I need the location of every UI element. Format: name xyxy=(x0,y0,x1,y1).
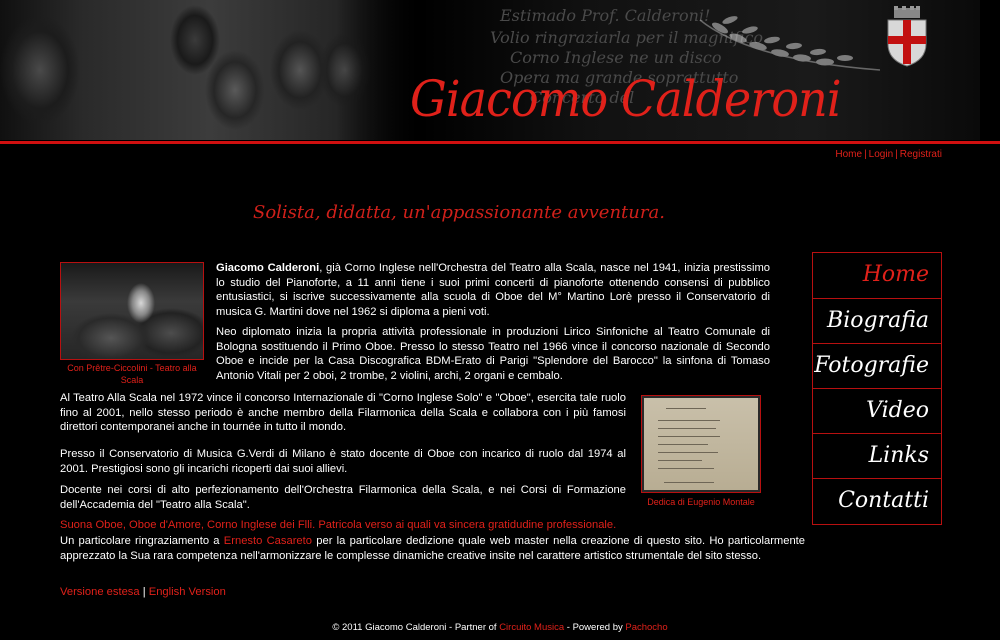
home-link[interactable]: Home xyxy=(835,149,862,160)
nav-item-fotografie[interactable]: Fotografie xyxy=(813,343,941,388)
site-header: Estimado Prof. Calderoni! Volio ringrazi… xyxy=(0,0,1000,148)
concert-photo[interactable] xyxy=(60,262,204,360)
top-links: Home | Login | Registrati xyxy=(835,149,942,160)
thanks-text: Un particolare ringraziamento a xyxy=(60,535,224,547)
separator: | xyxy=(864,149,867,160)
login-link[interactable]: Login xyxy=(869,149,893,160)
main-nav: Home Biografia Fotografie Video Links Co… xyxy=(812,252,942,525)
letter-line: Estimado Prof. Calderoni! xyxy=(500,6,711,25)
nav-item-contatti[interactable]: Contatti xyxy=(813,478,941,523)
webmaster-link[interactable]: Ernesto Casareto xyxy=(224,535,312,547)
bio-paragraph-1: Giacomo Calderoni, già Corno Inglese nel… xyxy=(216,261,770,319)
footer-text: - Powered by xyxy=(564,622,626,633)
dedication-document xyxy=(644,398,758,490)
header-orchestra-photo xyxy=(0,0,420,140)
nav-item-biografia[interactable]: Biografia xyxy=(813,298,941,343)
extended-version-link[interactable]: Versione estesa xyxy=(60,586,140,598)
english-version-link[interactable]: English Version xyxy=(149,586,226,598)
crest-icon xyxy=(887,6,927,67)
bio-paragraph-2: Neo diplomato inizia la propria attività… xyxy=(216,326,770,382)
partner-link[interactable]: Circuito Musica xyxy=(499,622,564,633)
nav-item-home[interactable]: Home xyxy=(813,253,941,298)
instruments-note: Suona Oboe, Oboe d'Amore, Corno Inglese … xyxy=(60,519,617,531)
artist-name: Giacomo Calderoni xyxy=(216,262,320,274)
tagline: Solista, didatta, un'appassionante avven… xyxy=(253,202,665,223)
bio-paragraph-3: Al Teatro Alla Scala nel 1972 vince il c… xyxy=(60,392,626,433)
version-links: Versione estesa | English Version xyxy=(60,586,226,598)
photo-caption: Con Prêtre-Ciccolini - Teatro alla Scala xyxy=(67,363,197,385)
header-divider xyxy=(0,141,1000,144)
register-link[interactable]: Registrati xyxy=(900,149,942,160)
footer: © 2011 Giacomo Calderoni - Partner of Ci… xyxy=(0,622,1000,633)
copyright-text: © 2011 Giacomo Calderoni - Partner of xyxy=(332,622,500,633)
thanks-paragraph: Un particolare ringraziamento a Ernesto … xyxy=(60,534,805,563)
powered-by-link[interactable]: Pachocho xyxy=(625,622,667,633)
dedication-photo[interactable] xyxy=(641,395,761,493)
photo-caption: Dedica di Eugenio Montale xyxy=(647,497,755,507)
separator: | xyxy=(142,586,146,598)
bio-paragraph-4: Presso il Conservatorio di Musica G.Verd… xyxy=(60,448,626,475)
nav-item-links[interactable]: Links xyxy=(813,433,941,478)
bio-paragraph-5: Docente nei corsi di alto perfezionament… xyxy=(60,484,626,511)
nav-item-video[interactable]: Video xyxy=(813,388,941,433)
site-title: Giacomo Calderoni xyxy=(410,70,842,128)
separator: | xyxy=(895,149,898,160)
